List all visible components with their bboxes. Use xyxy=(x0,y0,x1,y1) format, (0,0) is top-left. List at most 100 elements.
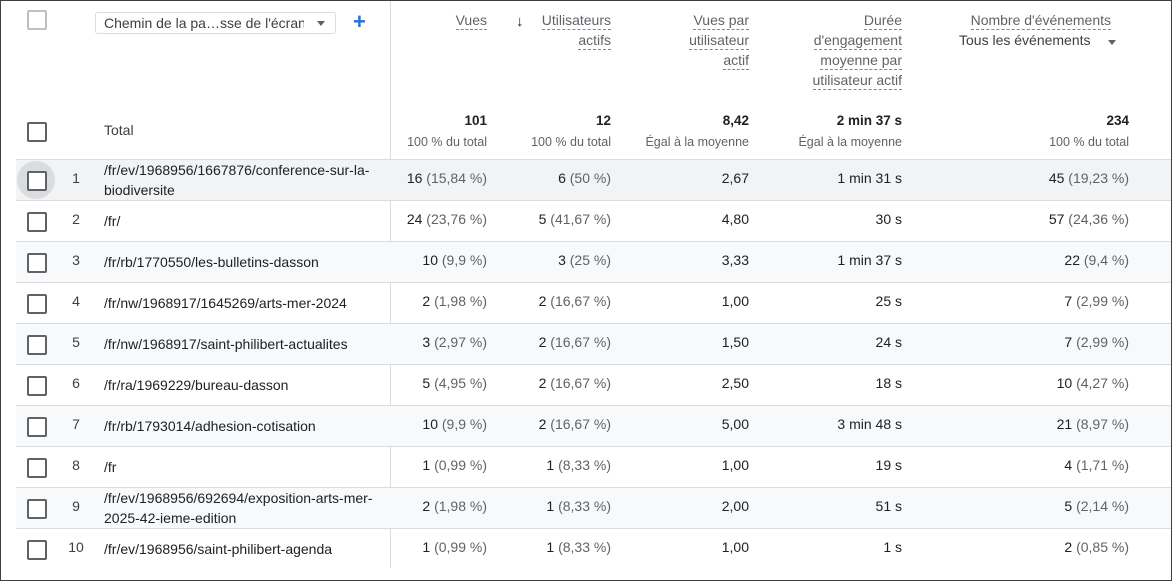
total-events-sub: 100 % du total xyxy=(1049,135,1129,149)
table-row[interactable]: 5/fr/nw/1968917/saint-philibert-actualit… xyxy=(16,323,1171,364)
users-value: 3 xyxy=(558,252,566,268)
table-row[interactable]: 1/fr/ev/1968956/1667876/conference-sur-l… xyxy=(16,159,1171,200)
users-value: 1 xyxy=(546,498,555,514)
users-value: 2 xyxy=(538,334,547,350)
views-pct: (23,76 %) xyxy=(426,211,487,227)
events-pct: (19,23 %) xyxy=(1068,170,1129,186)
row-checkbox[interactable] xyxy=(27,540,47,560)
row-path: /fr/ xyxy=(104,213,121,229)
events-value: 7 xyxy=(1064,293,1073,309)
events-pct: (4,27 %) xyxy=(1076,375,1129,391)
row-checkbox[interactable] xyxy=(27,499,47,519)
cell-users: 3 (25 %) xyxy=(501,252,611,268)
cell-engagement: 51 s xyxy=(875,498,902,514)
cell-views-per-user: 2,67 xyxy=(721,170,749,186)
row-checkbox[interactable] xyxy=(27,171,47,191)
views-value: 1 xyxy=(422,457,431,473)
row-path: /fr/nw/1968917/saint-philibert-actualite… xyxy=(104,336,348,352)
cell-engagement: 19 s xyxy=(875,457,902,473)
row-path: /fr/rb/1770550/les-bulletins-dasson xyxy=(104,254,319,270)
views-value: 10 xyxy=(422,252,438,268)
row-number: 9 xyxy=(72,498,80,514)
metric-header-views-per-user[interactable]: Vues par utilisateur actif xyxy=(631,10,749,70)
cell-engagement: 30 s xyxy=(875,211,902,227)
row-checkbox[interactable] xyxy=(27,294,47,314)
row-path: /fr/ev/1968956/1667876/conference-sur-la… xyxy=(104,162,370,198)
chevron-down-icon xyxy=(317,21,325,26)
views-pct: (1,98 %) xyxy=(434,498,487,514)
views-pct: (15,84 %) xyxy=(426,170,487,186)
cell-engagement: 1 min 31 s xyxy=(837,170,902,186)
row-checkbox[interactable] xyxy=(27,253,47,273)
select-all-checkbox[interactable] xyxy=(27,122,47,142)
table-row[interactable]: 6/fr/ra/1969229/bureau-dasson 5 (4,95 %) 2… xyxy=(16,364,1171,405)
table-body: 1/fr/ev/1968956/1667876/conference-sur-l… xyxy=(16,159,1171,569)
row-path: /fr/ev/1968956/saint-philibert-agenda xyxy=(104,541,333,557)
views-pct: (9,9 %) xyxy=(441,252,487,268)
metric-header-views[interactable]: Vues xyxy=(401,10,487,30)
users-value: 2 xyxy=(538,293,547,309)
table-row[interactable]: 7/fr/rb/1793014/adhesion-cotisation 10 (9… xyxy=(16,405,1171,446)
events-value: 10 xyxy=(1056,375,1073,391)
users-pct: (16,67 %) xyxy=(550,334,611,350)
total-views-sub: 100 % du total xyxy=(407,135,487,149)
row-checkbox[interactable] xyxy=(27,417,47,437)
cell-engagement: 1 s xyxy=(883,539,902,555)
total-engagement-sub: Égal à la moyenne xyxy=(798,135,902,149)
row-number: 5 xyxy=(72,334,80,350)
cell-views: 3 (2,97 %) xyxy=(386,334,487,350)
cell-views-per-user: 1,00 xyxy=(721,293,749,309)
metric-header-active-users-line2: actifs xyxy=(578,32,611,50)
row-number: 1 xyxy=(72,170,80,186)
cell-engagement: 3 min 48 s xyxy=(837,416,902,432)
row-number: 4 xyxy=(72,293,80,309)
cell-views: 5 (4,95 %) xyxy=(386,375,487,391)
table-row[interactable]: 2/fr/24 (23,76 %) 5 (41,67 %) 4,80 30 s 57 (… xyxy=(16,200,1171,241)
views-value: 10 xyxy=(422,416,438,432)
cell-views: 10 (9,9 %) xyxy=(386,416,487,432)
views-pct: (2,97 %) xyxy=(434,334,487,350)
cell-events: 4 (1,71 %) xyxy=(961,457,1129,473)
events-pct: (24,36 %) xyxy=(1068,211,1129,227)
table-row[interactable]: 8/fr 1 (0,99 %) 1 (8,33 %) 1,00 19 s4 (1,71 … xyxy=(16,446,1171,487)
metric-header-views-label: Vues xyxy=(455,12,487,30)
cell-users: 1 (8,33 %) xyxy=(501,457,611,473)
dimension-select[interactable]: Chemin de la pa…sse de l'écran xyxy=(95,12,336,34)
row-checkbox[interactable] xyxy=(27,335,47,355)
add-dimension-button[interactable]: + xyxy=(353,11,366,33)
row-checkbox[interactable] xyxy=(27,212,47,232)
views-value: 24 xyxy=(406,211,423,227)
users-pct: (25 %) xyxy=(569,252,611,268)
cell-events: 21 (8,97 %) xyxy=(961,416,1129,432)
events-value: 57 xyxy=(1048,211,1065,227)
cell-users: 1 (8,33 %) xyxy=(501,498,611,514)
cell-views-per-user: 3,33 xyxy=(721,252,749,268)
events-select[interactable]: Tous les événements xyxy=(959,32,1091,48)
metric-header-active-users[interactable]: Utilisateurs actifs xyxy=(501,10,611,50)
cell-views: 2 (1,98 %) xyxy=(386,498,487,514)
events-chevron-down-icon[interactable] xyxy=(1108,40,1116,45)
row-checkbox[interactable] xyxy=(27,458,47,478)
views-pct: (0,99 %) xyxy=(434,539,487,555)
cell-views-per-user: 1,00 xyxy=(721,457,749,473)
users-pct: (16,67 %) xyxy=(550,293,611,309)
views-pct: (9,9 %) xyxy=(441,416,487,432)
row-checkbox[interactable] xyxy=(27,376,47,396)
cell-views: 2 (1,98 %) xyxy=(386,293,487,309)
table-row[interactable]: 9/fr/ev/1968956/692694/exposition-arts-m… xyxy=(16,487,1171,528)
cell-users: 2 (16,67 %) xyxy=(501,334,611,350)
row-number: 7 xyxy=(72,416,80,432)
table-row[interactable]: 3/fr/rb/1770550/les-bulletins-dasson 10 (… xyxy=(16,241,1171,282)
events-value: 7 xyxy=(1064,334,1073,350)
row-path: /fr/nw/1968917/1645269/arts-mer-2024 xyxy=(104,295,347,311)
metric-header-engagement[interactable]: Durée d'engagement moyenne par utilisate… xyxy=(771,10,902,90)
metric-header-active-users-line1: Utilisateurs xyxy=(541,12,611,30)
table-row[interactable]: 10/fr/ev/1968956/saint-philibert-agenda 1… xyxy=(16,528,1171,569)
cell-events: 5 (2,14 %) xyxy=(961,498,1129,514)
users-pct: (16,67 %) xyxy=(550,375,611,391)
events-pct: (2,99 %) xyxy=(1076,334,1129,350)
users-value: 1 xyxy=(546,539,555,555)
events-value: 2 xyxy=(1064,539,1073,555)
table-row[interactable]: 4/fr/nw/1968917/1645269/arts-mer-2024 2 (… xyxy=(16,282,1171,323)
metric-header-events[interactable]: Nombre d'événements xyxy=(931,10,1111,30)
